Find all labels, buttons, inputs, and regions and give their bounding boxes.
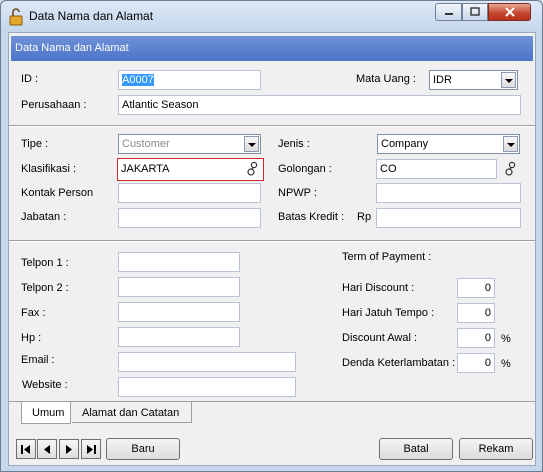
lookup-icon[interactable]: [245, 161, 259, 177]
first-icon: [21, 444, 30, 454]
chevron-down-icon[interactable]: [244, 136, 259, 152]
rekam-button[interactable]: Rekam: [459, 438, 533, 460]
golongan-field[interactable]: CO: [376, 159, 497, 179]
form-header: Data Nama dan Alamat: [11, 36, 533, 61]
last-icon: [87, 444, 96, 454]
website-label: Website :: [22, 379, 68, 391]
tab-strip: Umum Alamat dan Catatan: [9, 401, 535, 424]
fax-label: Fax :: [21, 307, 46, 319]
denda-field[interactable]: 0: [457, 353, 495, 373]
kontak-field[interactable]: [118, 183, 261, 203]
tipe-select[interactable]: Customer: [118, 134, 261, 154]
tab-alamat-catatan[interactable]: Alamat dan Catatan: [72, 402, 192, 423]
id-label: ID :: [21, 73, 39, 85]
jenis-select[interactable]: Company: [377, 134, 520, 154]
jabatan-field[interactable]: [118, 208, 261, 228]
form-header-title: Data Nama dan Alamat: [15, 42, 129, 54]
batas-kredit-field[interactable]: [376, 208, 521, 228]
first-record-button[interactable]: [16, 439, 36, 459]
section-divider: [9, 240, 535, 242]
batas-kredit-label: Batas Kredit :: [278, 211, 345, 223]
section-divider: [9, 125, 535, 127]
previous-record-button[interactable]: [37, 439, 57, 459]
telpon2-label: Telpon 2 :: [21, 282, 69, 294]
batal-button[interactable]: Batal: [379, 438, 453, 460]
tipe-label: Tipe :: [21, 138, 49, 150]
lookup-icon[interactable]: [503, 161, 517, 177]
kontak-label: Kontak Person: [21, 187, 94, 199]
next-icon: [66, 444, 72, 454]
id-field[interactable]: A0007: [118, 70, 261, 90]
perusahaan-field[interactable]: Atlantic Season: [118, 95, 521, 115]
tab-alamat-label: Alamat dan Catatan: [82, 407, 180, 419]
discount-awal-field[interactable]: 0: [457, 328, 495, 348]
maximize-icon: [470, 7, 480, 16]
form-panel: Data Nama dan Alamat ID : A0007 Mata Uan…: [8, 32, 536, 466]
term-of-payment-label: Term of Payment :: [342, 251, 432, 263]
denda-unit: %: [501, 358, 511, 370]
hari-discount-field[interactable]: 0: [457, 278, 495, 298]
close-icon: [504, 7, 515, 17]
next-record-button[interactable]: [59, 439, 79, 459]
mata-uang-label: Mata Uang :: [356, 73, 416, 85]
minimize-icon: [444, 13, 453, 15]
mata-uang-select[interactable]: IDR: [429, 70, 518, 90]
npwp-field[interactable]: [376, 183, 521, 203]
chevron-down-icon[interactable]: [503, 136, 518, 152]
discount-awal-unit: %: [501, 333, 511, 345]
hp-field[interactable]: [118, 327, 240, 347]
email-field[interactable]: [118, 352, 296, 372]
previous-icon: [44, 444, 50, 454]
window-title: Data Nama dan Alamat: [29, 9, 154, 23]
hp-label: Hp :: [21, 332, 42, 344]
lock-icon: [9, 8, 23, 26]
minimize-button[interactable]: [435, 3, 462, 21]
denda-label: Denda Keterlambatan :: [342, 357, 456, 369]
title-bar: Data Nama dan Alamat: [1, 1, 542, 31]
tab-umum[interactable]: Umum: [21, 402, 71, 424]
telpon1-field[interactable]: [118, 252, 240, 272]
telpon1-label: Telpon 1 :: [21, 257, 69, 269]
hari-jatuh-tempo-label: Hari Jatuh Tempo :: [342, 307, 435, 319]
baru-button[interactable]: Baru: [106, 438, 180, 460]
jenis-value: Company: [381, 138, 429, 150]
maximize-button[interactable]: [462, 3, 488, 21]
golongan-label: Golongan :: [278, 163, 332, 175]
hari-discount-label: Hari Discount :: [342, 282, 415, 294]
npwp-label: NPWP :: [278, 187, 317, 199]
hari-jatuh-tempo-field[interactable]: 0: [457, 303, 495, 323]
tipe-value: Customer: [122, 138, 170, 150]
jabatan-label: Jabatan :: [21, 211, 67, 223]
klasifikasi-value: JAKARTA: [121, 163, 170, 175]
email-label: Email :: [21, 354, 55, 366]
batas-kredit-currency: Rp: [357, 211, 372, 223]
app-window: Data Nama dan Alamat Data Nama dan Alama…: [0, 0, 543, 472]
website-field[interactable]: [118, 377, 296, 397]
fax-field[interactable]: [118, 302, 240, 322]
last-record-button[interactable]: [81, 439, 101, 459]
klasifikasi-label: Klasifikasi :: [21, 163, 77, 175]
klasifikasi-field[interactable]: JAKARTA: [117, 158, 264, 181]
perusahaan-label: Perusahaan :: [21, 99, 87, 111]
id-value: A0007: [122, 74, 154, 86]
tab-umum-label: Umum: [32, 407, 65, 419]
jenis-label: Jenis :: [278, 138, 310, 150]
close-button[interactable]: [488, 3, 531, 21]
chevron-down-icon[interactable]: [501, 72, 516, 88]
mata-uang-value: IDR: [433, 74, 452, 86]
discount-awal-label: Discount Awal :: [342, 332, 418, 344]
telpon2-field[interactable]: [118, 277, 240, 297]
